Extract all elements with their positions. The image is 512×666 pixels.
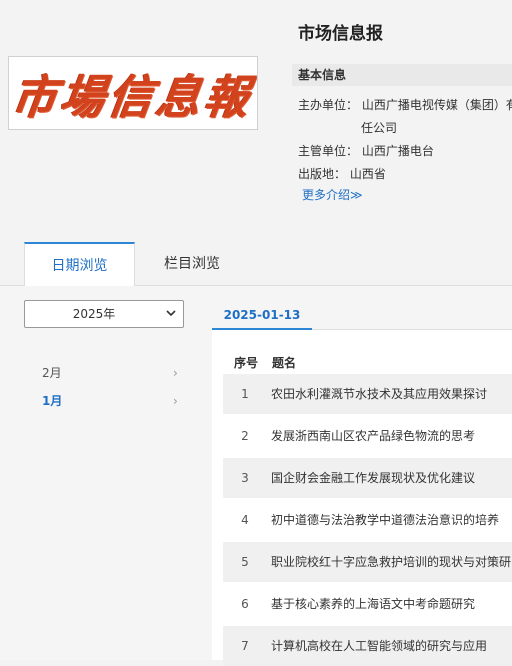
logo-calligraphy: 市場信息報 bbox=[8, 70, 257, 125]
table-row[interactable]: 3 国企财会金融工作发展现状及优化建议 bbox=[223, 458, 512, 498]
more-intro-link[interactable]: 更多介绍≫ bbox=[302, 186, 363, 203]
place-value: 山西省 bbox=[349, 167, 386, 181]
row-number: 4 bbox=[241, 513, 249, 527]
row-number: 1 bbox=[241, 387, 249, 401]
month-item-jan[interactable]: 1月 bbox=[42, 392, 62, 409]
chevron-right-icon: › bbox=[173, 394, 178, 408]
supervisor-value: 山西广播电台 bbox=[361, 144, 434, 158]
tab-column-browse[interactable]: 栏目浏览 bbox=[140, 242, 244, 286]
article-title-link[interactable]: 发展浙西南山区农产品绿色物流的思考 bbox=[271, 416, 475, 456]
col-header-title: 题名 bbox=[272, 356, 297, 370]
journal-header: 市場信息報 市场信息报 基本信息 主办单位： 山西广播电视传媒（集团）有 任公司… bbox=[0, 0, 512, 242]
row-number: 3 bbox=[241, 471, 249, 485]
table-row[interactable]: 5 职业院校红十字应急救护培训的现状与对策研 bbox=[223, 542, 512, 582]
table-row[interactable]: 1 农田水利灌溉节水技术及其应用效果探讨 bbox=[223, 374, 512, 414]
table-row[interactable]: 6 基于核心素养的上海语文中考命题研究 bbox=[223, 584, 512, 624]
article-title-link[interactable]: 初中道德与法治教学中道德法治意识的培养 bbox=[271, 500, 499, 540]
article-table: 序号 题名 1 农田水利灌溉节水技术及其应用效果探讨 2 发展浙西南山区农产品绿… bbox=[212, 330, 512, 666]
sponsor-label: 主办单位： bbox=[298, 98, 359, 112]
sponsor-value-cont: 任公司 bbox=[361, 121, 398, 135]
year-select-value: 2025年 bbox=[72, 307, 116, 321]
chevron-right-icon: › bbox=[173, 366, 178, 380]
month-item-feb[interactable]: 2月 bbox=[42, 364, 62, 381]
article-title-link[interactable]: 国企财会金融工作发展现状及优化建议 bbox=[271, 458, 475, 498]
row-number: 5 bbox=[241, 555, 249, 569]
chevron-down-icon bbox=[166, 310, 176, 317]
col-header-no: 序号 bbox=[234, 356, 259, 370]
place-label: 出版地： bbox=[298, 167, 347, 181]
sponsor-row: 主办单位： 山西广播电视传媒（集团）有 bbox=[298, 96, 512, 113]
article-title-link[interactable]: 农田水利灌溉节水技术及其应用效果探讨 bbox=[271, 374, 487, 414]
table-row[interactable]: 4 初中道德与法治教学中道德法治意识的培养 bbox=[223, 500, 512, 540]
issue-date-tab[interactable]: 2025-01-13 bbox=[212, 300, 312, 330]
journal-logo: 市場信息報 bbox=[8, 56, 258, 130]
sponsor-value: 山西广播电视传媒（集团）有 bbox=[361, 98, 512, 112]
article-title-link[interactable]: 基于核心素养的上海语文中考命题研究 bbox=[271, 584, 475, 624]
basic-info-heading: 基本信息 bbox=[292, 64, 512, 86]
tab-date-browse[interactable]: 日期浏览 bbox=[24, 242, 135, 287]
supervisor-label: 主管单位： bbox=[298, 144, 359, 158]
article-title-link[interactable]: 计算机高校在人工智能领域的研究与应用 bbox=[271, 626, 487, 666]
browse-tabs: 日期浏览 栏目浏览 bbox=[0, 242, 512, 287]
row-number: 2 bbox=[241, 429, 249, 443]
journal-title: 市场信息报 bbox=[298, 24, 383, 44]
row-number: 7 bbox=[241, 639, 249, 653]
browse-content: 2025年 2月 › 1月 › 2025-01-13 序号 题名 1 农田水利灌… bbox=[0, 286, 512, 666]
table-row[interactable]: 2 发展浙西南山区农产品绿色物流的思考 bbox=[223, 416, 512, 456]
year-select[interactable]: 2025年 bbox=[24, 300, 184, 328]
place-row: 出版地： 山西省 bbox=[298, 165, 386, 182]
supervisor-row: 主管单位： 山西广播电台 bbox=[298, 142, 434, 159]
table-row[interactable]: 7 计算机高校在人工智能领域的研究与应用 bbox=[223, 626, 512, 666]
row-number: 6 bbox=[241, 597, 249, 611]
article-title-link[interactable]: 职业院校红十字应急救护培训的现状与对策研 bbox=[271, 542, 511, 582]
